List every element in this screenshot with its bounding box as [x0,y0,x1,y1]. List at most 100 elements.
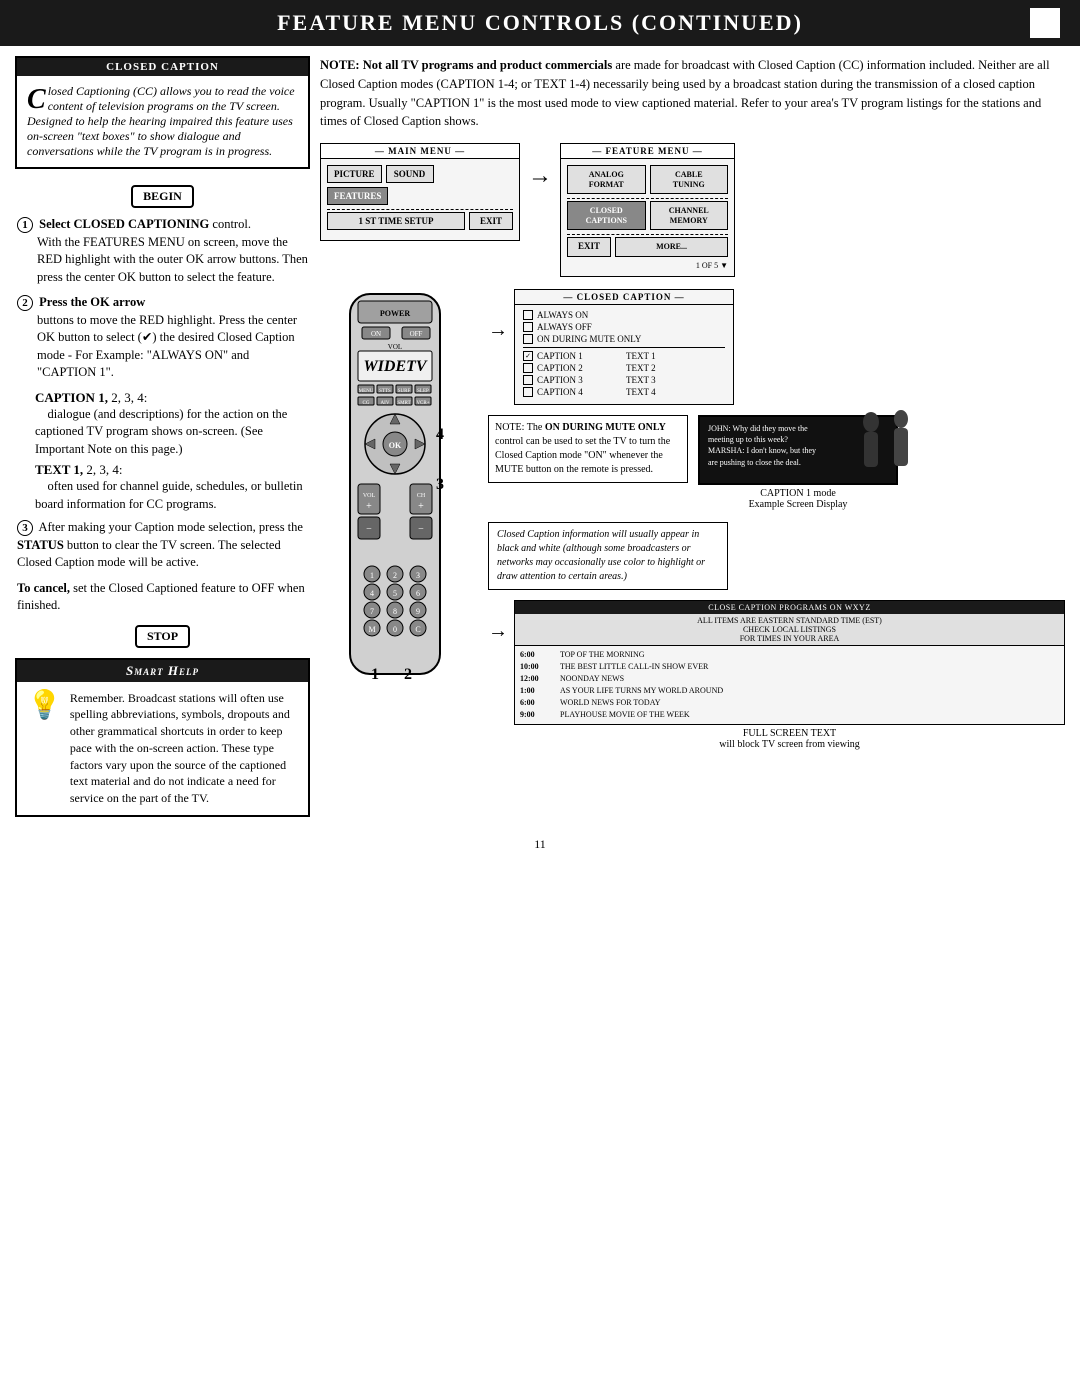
svg-text:+: + [418,501,424,512]
cc-always-on: ALWAYS ON [523,310,725,320]
people-icon [846,407,926,507]
show-1: TOP OF THE MORNING [560,649,645,661]
caption-screen: JOHN: Why did they move the meeting up t… [698,415,898,485]
svg-text:ON: ON [371,330,381,338]
cc-caption4: CAPTION 4 [523,387,622,397]
cc-menu-box: — CLOSED CAPTION — ALWAYS ON ALWAYS OFF [514,289,734,405]
cancel-text: To cancel, set the Closed Captioned feat… [17,580,308,615]
feature-channel-memory: CHANNELMEMORY [650,201,729,230]
main-menu-features: FEATURES [327,187,388,205]
listing-item-1: 6:00 TOP OF THE MORNING [520,649,1059,661]
text3: TEXT 3 [626,375,725,385]
begin-button[interactable]: BEGIN [131,185,194,208]
main-menu-setup: 1 ST TIME SETUP [327,212,465,230]
feature-row-3: EXIT MORE... [567,237,728,257]
svg-text:2: 2 [393,571,397,580]
caption-1-label: CAPTION 1, [35,390,108,405]
svg-text:6: 6 [416,589,420,598]
checkbox-caption1 [523,351,533,361]
main-menu-row-1: PICTURE SOUND [327,165,513,183]
main-menu-inner: PICTURE SOUND FEATURES 1 ST TIME SETUP E… [321,159,519,240]
closed-caption-box: Closed Caption C losed Captioning (CC) a… [15,56,310,169]
text-1-desc: often used for channel guide, schedules,… [35,479,303,511]
mute-note-text: NOTE: The ON DURING MUTE ONLY control ca… [495,422,670,475]
caption-screen-wrapper: JOHN: Why did they move the meeting up t… [698,415,898,510]
svg-text:OFF: OFF [410,330,423,338]
listing-item-5: 6:00 WORLD NEWS FOR TODAY [520,697,1059,709]
step-2-title: Press the OK arrow [39,295,145,309]
always-off-label: ALWAYS OFF [537,322,592,332]
svg-text:CH: CH [417,493,426,499]
svg-text:−: − [418,524,424,535]
checkbox-caption4 [523,387,533,397]
step-3-header: 3 After making your Caption mode selecti… [17,519,308,572]
smart-help-box: Smart Help 💡 Remember. Broadcast station… [15,658,310,818]
time-5: 6:00 [520,697,555,709]
arrow-to-cc: → [488,289,508,342]
mute-only-label: ON DURING MUTE ONLY [537,334,641,344]
svg-text:0: 0 [393,625,397,634]
feature-closed-captions: CLOSEDCAPTIONS [567,201,646,230]
svg-text:WIDETV: WIDETV [363,358,427,375]
step-3-status: STATUS [17,538,64,552]
cc-mute-only: ON DURING MUTE ONLY [523,334,725,344]
first-letter: C [27,86,46,114]
text-1-item: TEXT 1, 2, 3, 4: often used for channel … [35,462,308,513]
closed-caption-title: Closed Caption [17,58,308,76]
show-2: THE BEST LITTLE CALL-IN SHOW EVER [560,661,708,673]
checkbox-mute-only [523,334,533,344]
listing-subtitle: ALL ITEMS ARE EASTERN STANDARD TIME (EST… [515,614,1064,646]
caption-note: Closed Caption information will usually … [488,522,728,590]
svg-text:7: 7 [370,607,374,616]
full-screen-label: FULL SCREEN TEXTwill block TV screen fro… [514,728,1065,750]
svg-text:VCR+: VCR+ [416,401,429,406]
steps-area: 1 Select CLOSED CAPTIONING control. With… [15,216,310,652]
svg-text:SLEP: SLEP [417,389,429,394]
listing-item-4: 1:00 AS YOUR LIFE TURNS MY WORLD AROUND [520,685,1059,697]
lightbulb-icon: 💡 [27,686,62,725]
svg-text:M: M [368,625,375,634]
time-4: 1:00 [520,685,555,697]
svg-text:OK: OK [389,441,402,450]
page-indicator: 1 OF 5 ▼ [567,261,728,270]
svg-text:1: 1 [370,571,374,580]
right-arrow-1: → [528,143,552,190]
text4: TEXT 4 [626,387,725,397]
svg-text:8: 8 [393,607,397,616]
svg-text:3: 3 [436,476,444,493]
time-1: 6:00 [520,649,555,661]
arrow-to-listing: → [488,600,508,643]
step-2-header: 2 Press the OK arrow [17,294,308,312]
time-2: 10:00 [520,661,555,673]
smart-help-body: 💡 Remember. Broadcast stations will ofte… [17,682,308,816]
step-1-select: Select CLOSED CAPTIONING [39,217,209,231]
mute-caption-row: NOTE: The ON DURING MUTE ONLY control ca… [488,415,1065,510]
text1: TEXT 1 [626,351,725,361]
text2: TEXT 2 [626,363,725,373]
always-on-label: ALWAYS ON [537,310,588,320]
listing-item-6: 9:00 PLAYHOUSE MOVIE OF THE WEEK [520,709,1059,721]
main-menu-sound: SOUND [386,165,434,183]
show-6: PLAYHOUSE MOVIE OF THE WEEK [560,709,690,721]
note-text: NOTE: Not all TV programs and product co… [320,56,1065,131]
note-bold: NOTE: Not all TV programs and product co… [320,58,612,72]
stop-container: STOP [17,621,308,652]
right-column: NOTE: Not all TV programs and product co… [320,56,1065,817]
checkbox-always-off [523,322,533,332]
main-menu-diagram: — MAIN MENU — PICTURE SOUND FEATURES 1 S… [320,143,520,241]
feature-more: MORE... [615,237,728,257]
show-4: AS YOUR LIFE TURNS MY WORLD AROUND [560,685,723,697]
dotted-divider-3 [567,234,728,235]
caption-col: CAPTION 1 CAPTION 2 CAPTION 3 [523,351,622,399]
caption-screen-area: JOHN: Why did they move the meeting up t… [698,415,898,510]
stop-button[interactable]: STOP [135,625,190,648]
feature-menu-diagram: — FEATURE MENU — ANALOGFORMAT CABLETUNIN… [560,143,735,277]
remote-container: POWER ON OFF VOL WIDETV [320,289,480,713]
main-menu-exit: EXIT [469,212,513,230]
listing-item-3: 12:00 NOONDAY NEWS [520,673,1059,685]
smart-help-label: Smart Help [126,663,199,679]
step-2-number: 2 [17,295,33,311]
svg-text:SMRT: SMRT [397,401,410,406]
smart-help-title: Smart Help [17,660,308,682]
page-number: 11 [0,827,1080,862]
